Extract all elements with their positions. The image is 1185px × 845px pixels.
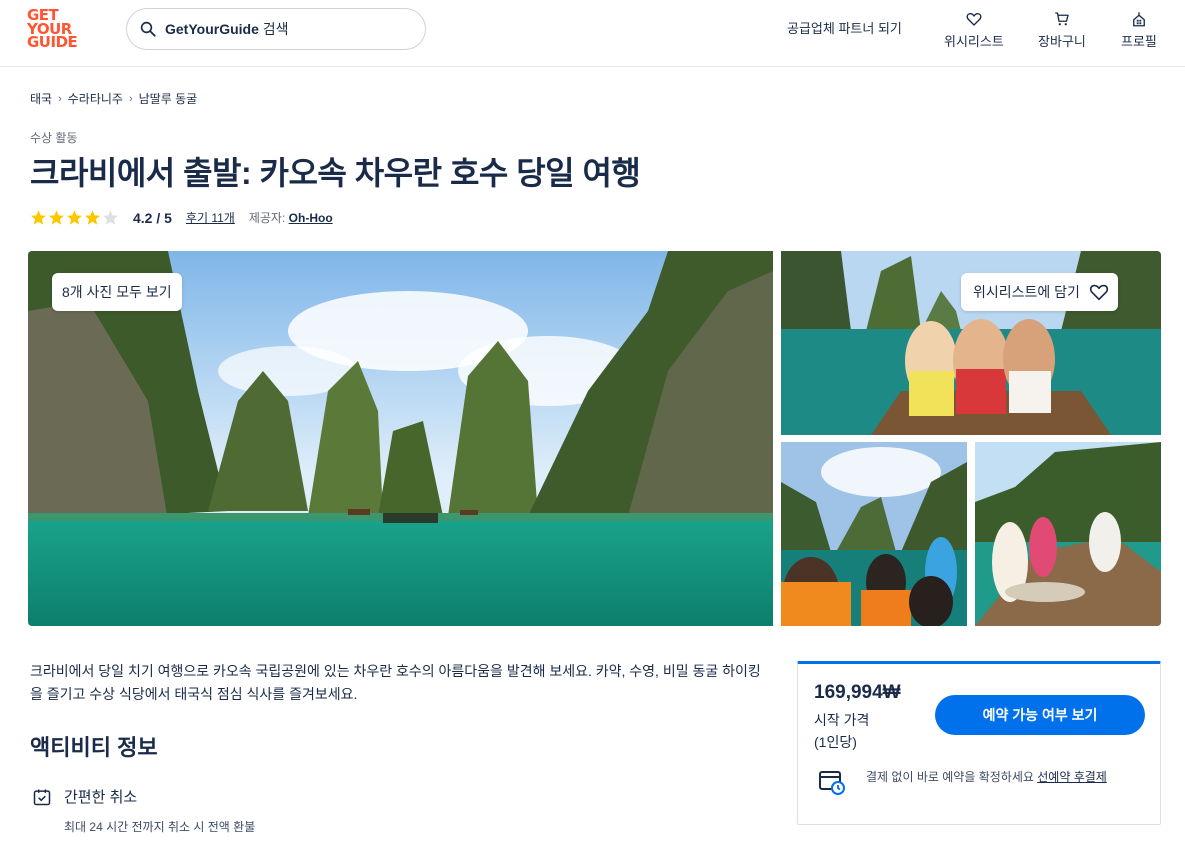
breadcrumb-item[interactable]: 수라타니주 xyxy=(68,90,123,107)
page-title: 크라비에서 출발: 카오속 차우란 호수 당일 여행 xyxy=(30,155,641,191)
nav-wishlist-label: 위시리스트 xyxy=(944,34,1004,49)
check-availability-button[interactable]: 예약 가능 여부 보기 xyxy=(935,695,1145,735)
search-suffix: 검색 xyxy=(262,21,289,37)
price: 169,994₩ xyxy=(814,682,901,703)
star-icon xyxy=(85,210,100,225)
wishlist-button-label: 위시리스트에 담기 xyxy=(973,284,1080,300)
breadcrumb: 태국 › 수라타니주 › 남딸루 동굴 xyxy=(30,90,197,107)
nav-profile-label: 프로필 xyxy=(1121,34,1157,49)
provider-label: 제공자: xyxy=(248,211,286,225)
heart-icon xyxy=(966,13,982,26)
nav-cart-label: 장바구니 xyxy=(1038,34,1086,49)
life-jacket-boat-image xyxy=(781,442,967,626)
chevron-right-icon: › xyxy=(58,92,62,105)
price-per-person: (1인당) xyxy=(814,734,857,750)
star-icon xyxy=(31,210,46,225)
calendar-clock-icon xyxy=(819,771,845,795)
reserve-now-link[interactable]: 선예약 후결제 xyxy=(1037,770,1107,784)
photo-3[interactable] xyxy=(781,442,967,626)
nav-cart[interactable]: 장바구니 xyxy=(1038,10,1086,50)
feature-subtext: 최대 24 시간 전까지 취소 시 전액 환불 xyxy=(64,820,256,834)
feature-cancellation: 간편한 취소 xyxy=(32,786,137,807)
note-body: 결제 없이 바로 예약을 확정하세요 xyxy=(866,770,1034,784)
breadcrumb-item[interactable]: 태국 xyxy=(30,90,52,107)
add-to-wishlist-button[interactable]: 위시리스트에 담기 xyxy=(961,273,1118,311)
profile-icon xyxy=(1133,12,1145,27)
all-photos-button[interactable]: 8개 사진 모두 보기 xyxy=(52,273,182,311)
photo-4[interactable] xyxy=(975,442,1161,626)
activity-info-title: 액티비티 정보 xyxy=(30,735,158,760)
search-placeholder: GetYourGuide 검색 xyxy=(165,19,289,39)
star-empty-icon xyxy=(103,210,118,225)
star-icon xyxy=(67,210,82,225)
calendar-check-icon xyxy=(33,789,51,805)
star-rating xyxy=(30,209,119,226)
chevron-right-icon: › xyxy=(128,92,133,105)
partner-link[interactable]: 공급업체 파트너 되기 xyxy=(787,18,902,37)
search-input[interactable]: GetYourGuide 검색 xyxy=(126,8,426,50)
note-text: 결제 없이 바로 예약을 확정하세요 선예약 후결제 xyxy=(866,768,1141,796)
heart-icon xyxy=(1089,284,1109,301)
search-brand: GetYourGuide xyxy=(165,21,259,37)
nav-wishlist[interactable]: 위시리스트 xyxy=(944,10,1004,50)
feature-label: 간편한 취소 xyxy=(64,789,138,806)
price-label: 시작 가격 xyxy=(814,712,870,728)
rating-value: 4.2 / 5 xyxy=(133,209,172,226)
nav-profile[interactable]: 프로필 xyxy=(1121,10,1157,50)
activity-category: 수상 활동 xyxy=(30,131,78,145)
star-icon xyxy=(49,210,64,225)
logo[interactable]: GET YOUR GUIDE xyxy=(27,8,83,53)
reserve-now-note: 결제 없이 바로 예약을 확정하세요 선예약 후결제 xyxy=(818,768,1141,796)
group-boat-image xyxy=(975,442,1161,626)
cart-icon xyxy=(1055,12,1069,26)
provider: 제공자: Oh-Hoo xyxy=(249,209,333,226)
logo-line-3: GUIDE xyxy=(27,33,78,51)
header: GET YOUR GUIDE GetYourGuide 검색 공급업체 파트너 … xyxy=(0,0,1185,67)
rating-row: 4.2 / 5 후기 11개 제공자: Oh-Hoo xyxy=(30,209,333,226)
breadcrumb-item[interactable]: 남딸루 동굴 xyxy=(139,90,198,107)
provider-link[interactable]: Oh-Hoo xyxy=(289,211,333,225)
search-icon xyxy=(140,21,156,37)
activity-description: 크라비에서 당일 치기 여행으로 카오속 국립공원에 있는 차우란 호수의 아름… xyxy=(30,663,761,702)
booking-card: 169,994₩ 시작 가격 (1인당) 예약 가능 여부 보기 결제 없이 바… xyxy=(797,661,1161,825)
reviews-link[interactable]: 후기 11개 xyxy=(186,209,235,226)
